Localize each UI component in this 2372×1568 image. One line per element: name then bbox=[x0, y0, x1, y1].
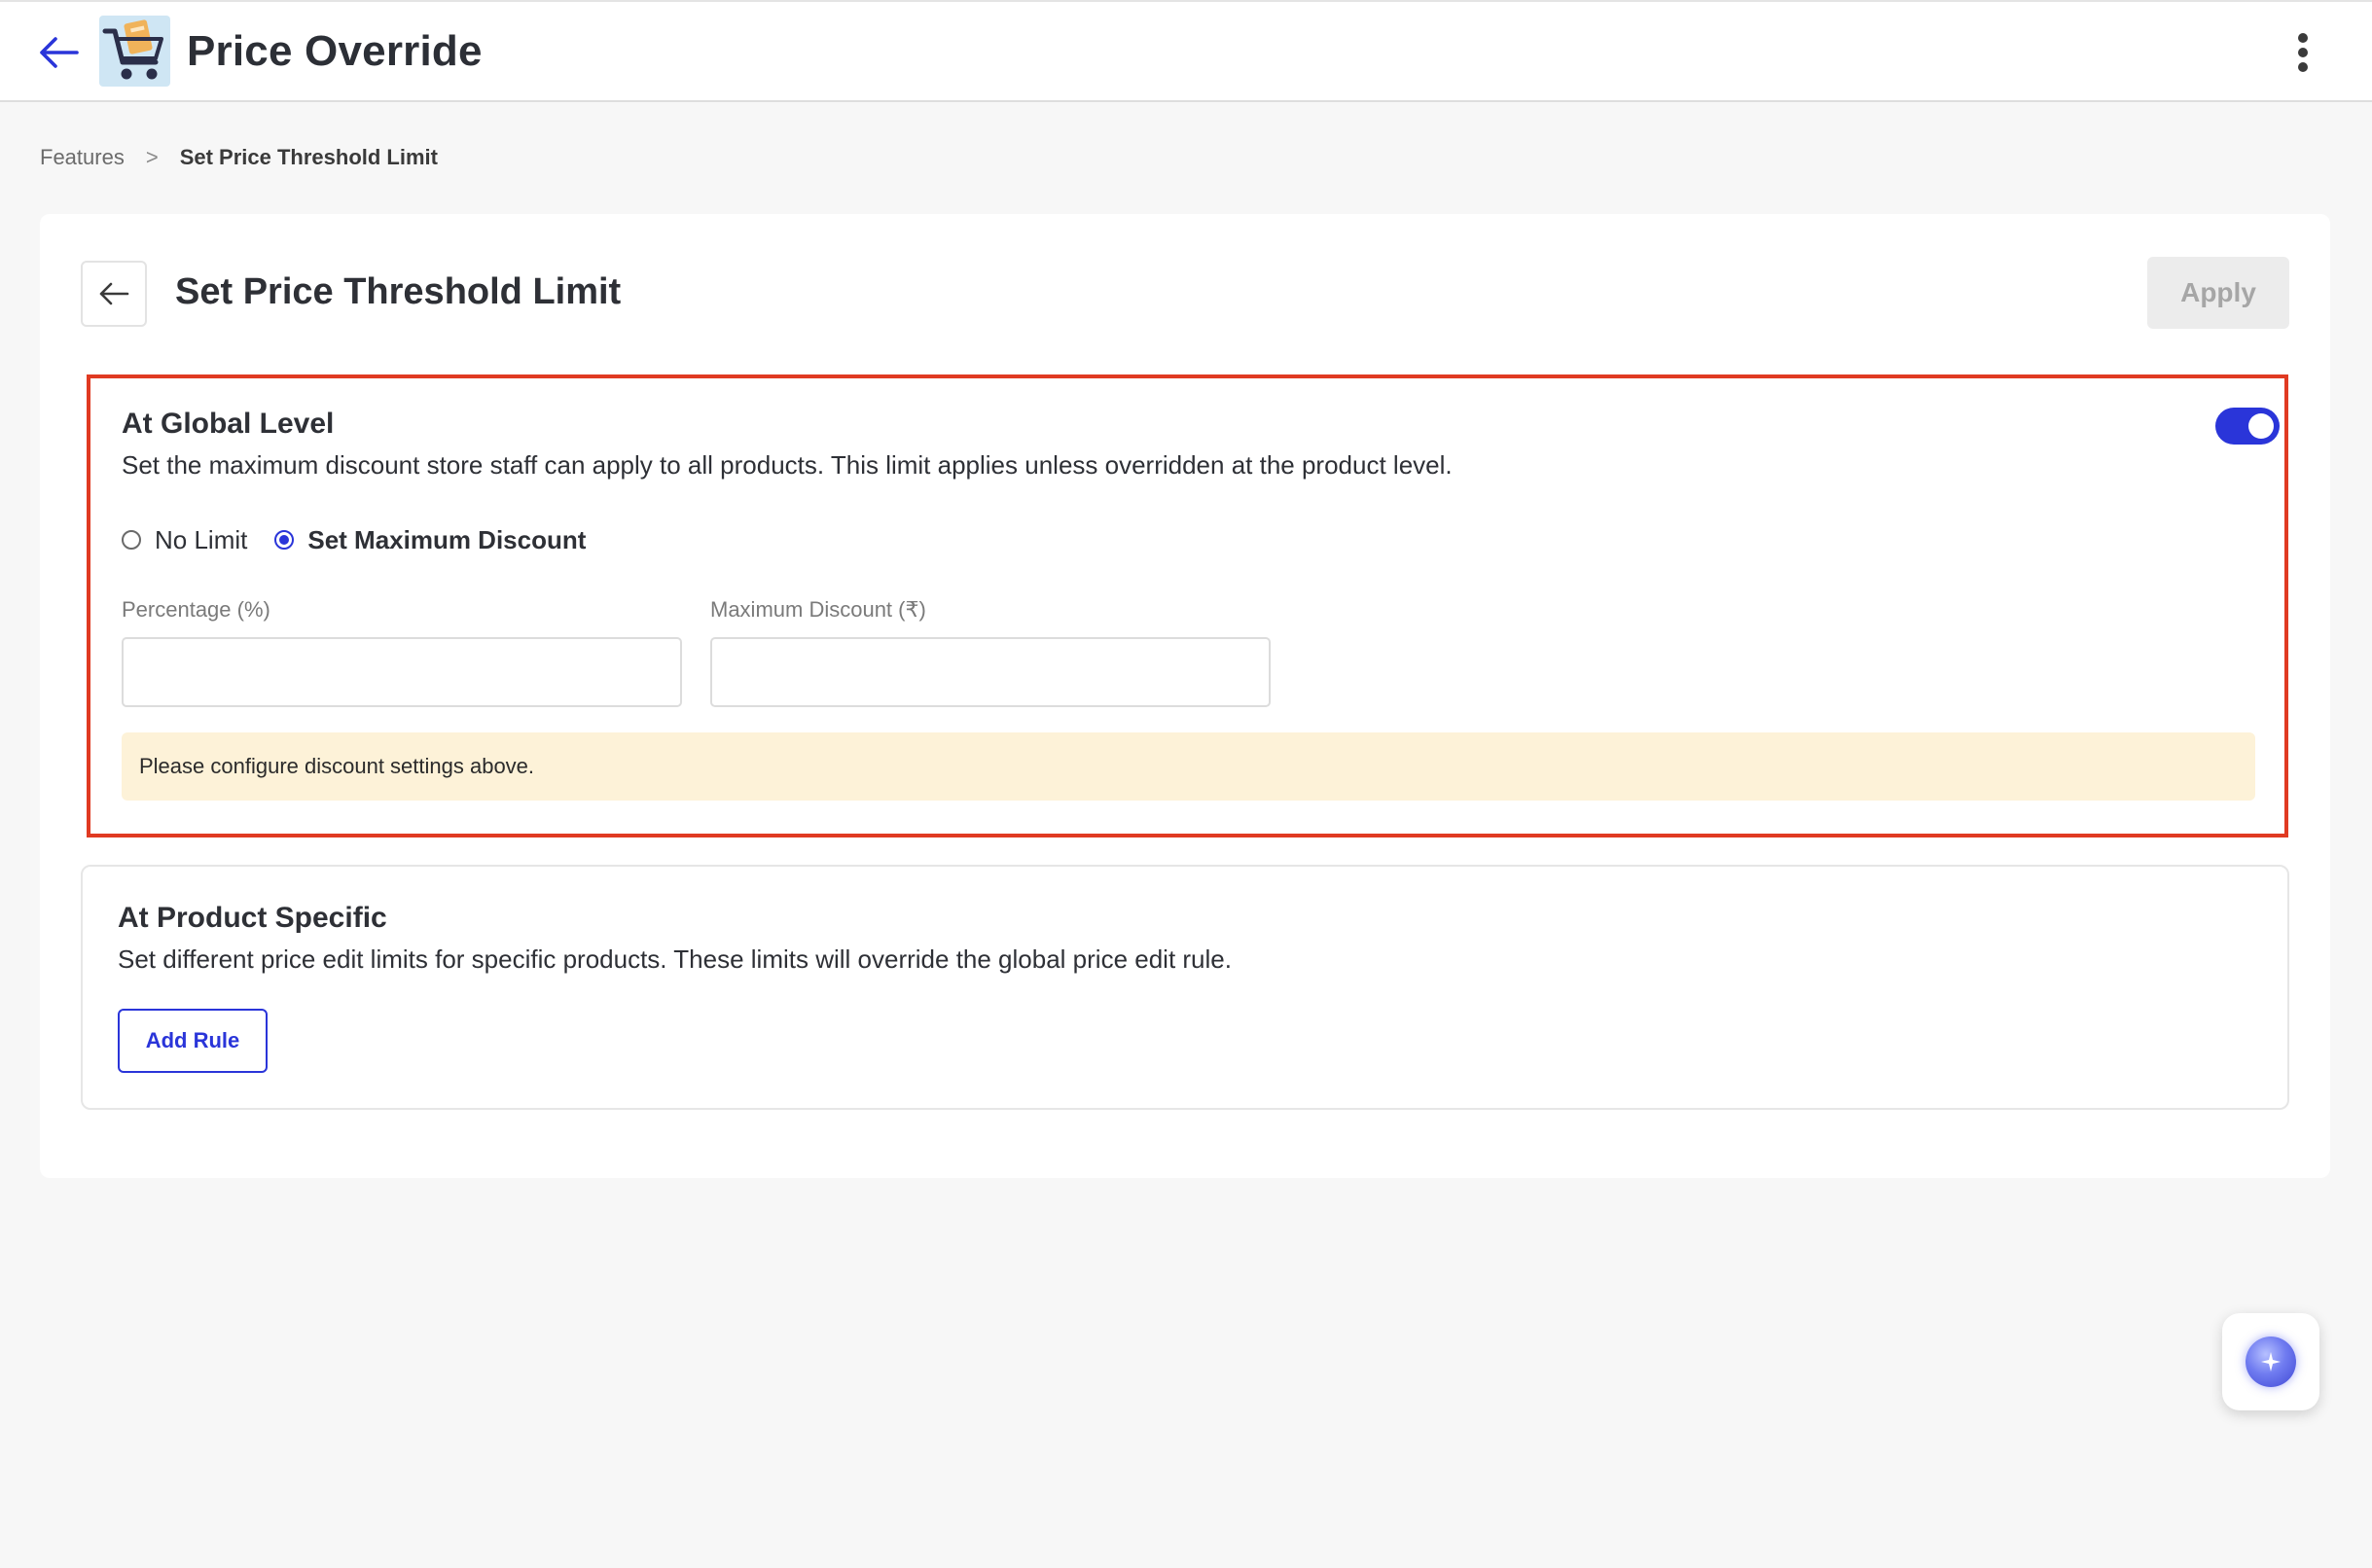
breadcrumb-separator: > bbox=[145, 145, 159, 169]
app-logo bbox=[99, 16, 170, 87]
configuration-notice: Please configure discount settings above… bbox=[122, 732, 2255, 801]
kebab-menu-button[interactable] bbox=[2288, 29, 2318, 76]
notice-text: Please configure discount settings above… bbox=[139, 754, 535, 778]
radio-checked-icon bbox=[274, 530, 295, 550]
radio-set-maximum-discount[interactable]: Set Maximum Discount bbox=[274, 524, 586, 555]
percentage-input[interactable] bbox=[122, 637, 682, 707]
product-specific-title: At Product Specific bbox=[118, 902, 387, 934]
page-title: Set Price Threshold Limit bbox=[175, 271, 622, 312]
app-title: Price Override bbox=[187, 27, 483, 75]
percentage-label: Percentage (%) bbox=[122, 597, 270, 622]
page-back-button[interactable] bbox=[81, 261, 147, 327]
breadcrumb-link-features[interactable]: Features bbox=[40, 144, 125, 171]
global-level-description: Set the maximum discount store staff can… bbox=[122, 450, 1453, 480]
maximum-discount-label: Maximum Discount (₹) bbox=[710, 597, 926, 622]
shopping-cart-logo-icon bbox=[102, 19, 163, 80]
ai-assistant-button[interactable] bbox=[2222, 1313, 2319, 1410]
product-specific-description: Set different price edit limits for spec… bbox=[118, 944, 1232, 974]
main-card: Set Price Threshold Limit Apply At Globa… bbox=[40, 214, 2330, 1178]
arrow-left-icon bbox=[99, 282, 129, 305]
ai-assistant-sparkle-icon bbox=[2246, 1336, 2296, 1387]
breadcrumb: Features > Set Price Threshold Limit bbox=[40, 144, 438, 171]
radio-unchecked-icon bbox=[122, 530, 141, 550]
radio-label-no-limit: No Limit bbox=[155, 525, 248, 554]
global-level-section: At Global Level Set the maximum discount… bbox=[87, 374, 2288, 837]
global-level-title: At Global Level bbox=[122, 408, 335, 440]
header-back-button[interactable] bbox=[35, 31, 82, 74]
global-level-toggle[interactable] bbox=[2215, 408, 2280, 445]
kebab-menu-icon bbox=[2298, 33, 2308, 43]
product-specific-section: At Product Specific Set different price … bbox=[81, 865, 2289, 1110]
maximum-discount-input[interactable] bbox=[710, 637, 1271, 707]
toggle-knob bbox=[2248, 413, 2274, 439]
app-header: Price Override bbox=[0, 0, 2372, 102]
radio-no-limit[interactable]: No Limit bbox=[122, 524, 247, 555]
arrow-left-icon bbox=[40, 37, 79, 68]
add-rule-button[interactable]: Add Rule bbox=[118, 1009, 268, 1073]
breadcrumb-current: Set Price Threshold Limit bbox=[179, 145, 438, 169]
radio-label-set-maximum-discount: Set Maximum Discount bbox=[307, 525, 587, 554]
discount-mode-radio-group: No Limit Set Maximum Discount bbox=[122, 524, 613, 555]
apply-button[interactable]: Apply bbox=[2147, 257, 2289, 329]
